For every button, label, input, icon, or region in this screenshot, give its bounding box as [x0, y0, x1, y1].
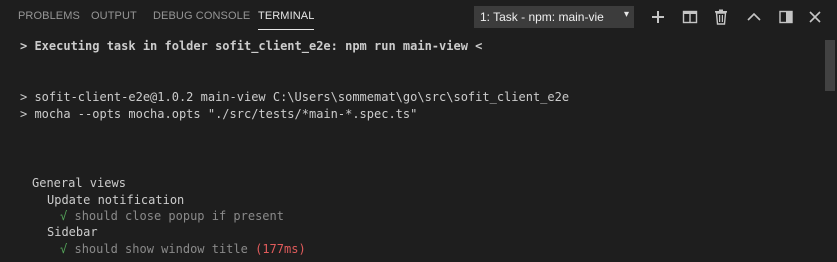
tab-problems[interactable]: PROBLEMS	[18, 10, 80, 22]
terminal-command-line: > sofit-client-e2e@1.0.2 main-view C:\Us…	[20, 90, 570, 104]
test-subsuite-title: Update notification	[47, 193, 185, 207]
test-duration: (177ms)	[255, 242, 306, 256]
test-name: should close popup if present	[74, 209, 284, 223]
test-result-line: √ should close popup if present	[60, 208, 284, 224]
split-icon[interactable]	[681, 8, 699, 26]
chevron-up-icon[interactable]	[745, 8, 763, 26]
test-subsuite-title: Sidebar	[47, 225, 98, 239]
task-select-value: 1: Task - npm: main-vie	[480, 10, 604, 24]
check-icon: √	[60, 209, 68, 223]
terminal-scrollbar[interactable]	[823, 36, 837, 262]
tab-output[interactable]: OUTPUT	[91, 10, 137, 22]
test-result-line: √ should show window title (177ms)	[60, 241, 306, 257]
terminal-executing-line: > Executing task in folder sofit_client_…	[20, 39, 483, 53]
trash-icon[interactable]	[712, 8, 730, 26]
add-icon[interactable]	[649, 8, 667, 26]
close-icon[interactable]	[806, 8, 824, 26]
panel-header: PROBLEMS OUTPUT DEBUG CONSOLE TERMINAL 1…	[0, 0, 837, 36]
terminal-task-select[interactable]: 1: Task - npm: main-vie ▾	[474, 6, 634, 28]
scrollbar-thumb[interactable]	[825, 40, 835, 91]
test-name: should show window title	[74, 242, 248, 256]
tab-terminal[interactable]: TERMINAL	[258, 10, 315, 30]
terminal-command-line: > mocha --opts mocha.opts "./src/tests/*…	[20, 107, 418, 121]
terminal-output[interactable]: > Executing task in folder sofit_client_…	[0, 36, 837, 262]
maximize-icon[interactable]	[777, 8, 795, 26]
tab-debug-console[interactable]: DEBUG CONSOLE	[153, 10, 250, 22]
test-suite-title: General views	[32, 176, 126, 190]
caret-down-icon: ▾	[623, 9, 629, 20]
check-icon: √	[60, 242, 68, 256]
